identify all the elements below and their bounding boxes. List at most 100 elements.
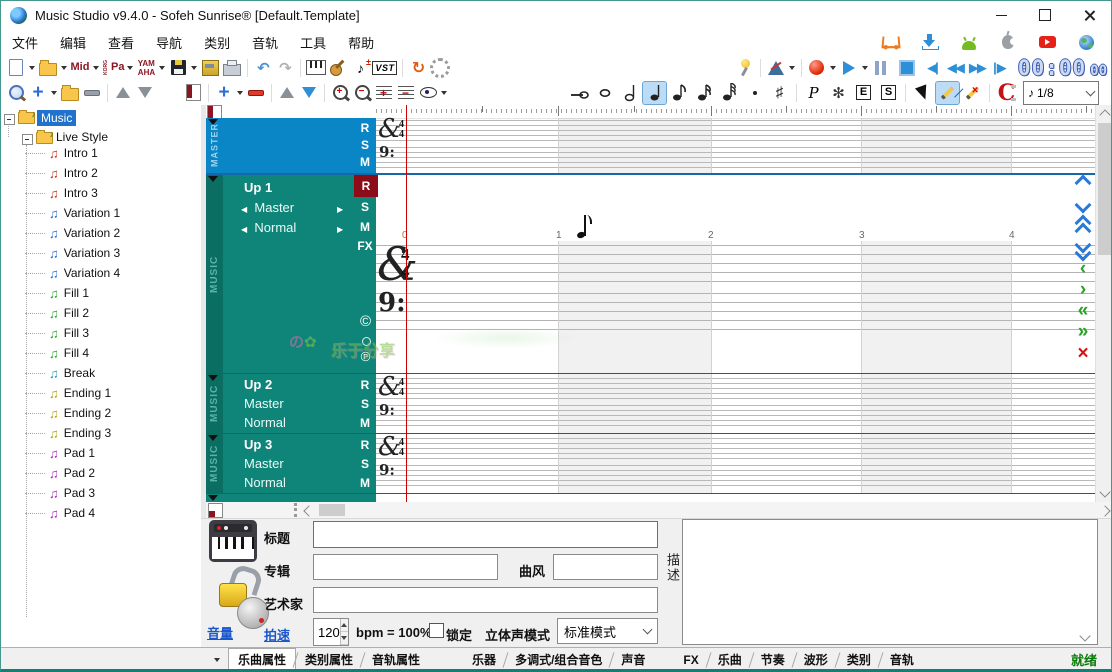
up1-record-button-active[interactable]: R	[354, 175, 378, 197]
play-dropdown[interactable]	[862, 66, 868, 70]
collapse-track-icon[interactable]	[208, 435, 218, 441]
volume-link[interactable]: 音量	[207, 623, 233, 642]
tab-fx[interactable]: FX	[674, 651, 707, 669]
master-bass-staff[interactable]	[376, 147, 1095, 168]
tab-category[interactable]: 类别	[838, 649, 880, 670]
prev-arrow-icon[interactable]: ◀	[241, 225, 247, 234]
maximize-button[interactable]	[1023, 1, 1067, 29]
menu-navigate[interactable]: 导航	[145, 33, 193, 52]
tree-item[interactable]: Pad 2	[49, 464, 95, 482]
menu-help[interactable]: 帮助	[337, 33, 385, 52]
search-button[interactable]	[6, 82, 26, 104]
up1-mode-next[interactable]: ▶	[337, 220, 343, 235]
play-button[interactable]	[839, 57, 859, 79]
album-input[interactable]	[313, 554, 498, 580]
korg-dropdown[interactable]	[127, 66, 133, 70]
up3-track-header[interactable]	[206, 434, 376, 493]
tree-item[interactable]: Intro 3	[49, 184, 98, 202]
tree-item[interactable]: Variation 1	[49, 204, 120, 222]
nav-first-button[interactable]: «	[1072, 304, 1094, 318]
tab-track-properties[interactable]: 音轨属性	[363, 649, 429, 670]
up2-mode[interactable]: Normal	[244, 415, 286, 430]
tree-item[interactable]: Variation 4	[49, 264, 120, 282]
import-korg-button[interactable]: KORGPa	[102, 57, 124, 79]
up3-solo-button[interactable]: S	[354, 457, 376, 471]
up2-record-button[interactable]: R	[354, 378, 376, 392]
up4-track-header-partial[interactable]	[206, 494, 376, 502]
download-button[interactable]	[921, 33, 939, 51]
expand-staff-button[interactable]: +	[374, 82, 394, 104]
midi-dropdown[interactable]	[93, 66, 99, 70]
tree-item[interactable]: Ending 1	[49, 384, 111, 402]
zoom-in-button[interactable]: +	[330, 82, 350, 104]
sharp-button[interactable]: ♯	[768, 82, 791, 104]
export-button[interactable]	[200, 57, 220, 79]
lock-checkbox[interactable]	[429, 623, 444, 638]
splitter-handle[interactable]	[294, 503, 297, 517]
transpose-button[interactable]: ♪±	[350, 57, 370, 79]
up1-solo-button[interactable]: S	[354, 200, 376, 214]
playhead-cursor[interactable]	[406, 105, 407, 502]
prev-arrow-icon[interactable]: ◀	[241, 205, 247, 214]
up2-track-header[interactable]	[206, 374, 376, 433]
nav-last-button[interactable]: »	[1072, 325, 1094, 339]
double-whole-note-button[interactable]	[568, 82, 591, 104]
tempo-spinner[interactable]: 120	[313, 618, 349, 646]
menu-category[interactable]: 类别	[193, 33, 241, 52]
close-view-button[interactable]: ×	[1072, 346, 1094, 362]
remove-track-button[interactable]	[246, 82, 266, 104]
refresh-button[interactable]: ↻	[408, 57, 428, 79]
up3-mode[interactable]: Normal	[244, 475, 286, 490]
tempo-link[interactable]: 拍速	[264, 625, 290, 644]
collapse-track-icon[interactable]	[208, 176, 218, 182]
collapse-staff-button[interactable]: −	[396, 82, 416, 104]
up2-track-name[interactable]: Up 2	[244, 377, 272, 392]
master-track-header[interactable]	[206, 118, 376, 173]
nav-down-button[interactable]	[1072, 199, 1094, 211]
tempo-up-arrow[interactable]	[341, 619, 348, 632]
menu-view[interactable]: 查看	[97, 33, 145, 52]
select-tool-button[interactable]	[911, 82, 934, 104]
store-cart-button[interactable]	[882, 33, 900, 51]
up2-treble-staff[interactable]	[376, 378, 1095, 399]
menu-tools[interactable]: 工具	[289, 33, 337, 52]
up2-mute-button[interactable]: M	[354, 416, 376, 430]
add-category-button[interactable]: +	[28, 82, 48, 104]
up1-fx-button[interactable]: FX	[354, 239, 376, 253]
new-file-button[interactable]	[6, 57, 26, 79]
save-button[interactable]	[168, 57, 188, 79]
tab-multimode[interactable]: 多调式/组合音色	[506, 649, 611, 670]
tab-sound[interactable]: 声音	[612, 649, 654, 670]
tree-root-music[interactable]: Music	[37, 110, 76, 126]
fast-forward-button[interactable]: ▶▶	[967, 57, 987, 79]
sustain-button[interactable]: S	[877, 82, 900, 104]
copyright-badge[interactable]: ©	[357, 313, 374, 330]
android-button[interactable]	[960, 33, 978, 51]
pedal-button[interactable]: P	[802, 82, 825, 104]
step-forward-button[interactable]: |▶	[989, 57, 1009, 79]
tab-waveform[interactable]: 波形	[795, 649, 837, 670]
up2-bass-staff[interactable]	[376, 405, 1095, 426]
expander-live-style[interactable]	[22, 134, 33, 145]
tree-item[interactable]: Pad 1	[49, 444, 95, 462]
tree-item[interactable]: Break	[49, 364, 95, 382]
nav-top-button[interactable]	[1072, 217, 1094, 237]
menu-track[interactable]: 音轨	[241, 33, 289, 52]
scroll-right-arrow[interactable]	[1099, 505, 1110, 516]
tab-track[interactable]: 音轨	[881, 649, 923, 670]
step-back-button[interactable]: ◀|	[923, 57, 943, 79]
snap-toggle-button[interactable]: C	[995, 82, 1018, 104]
toggle-bottom-panel-icon[interactable]	[208, 503, 223, 518]
tree-item[interactable]: Pad 3	[49, 484, 95, 502]
up2-bus[interactable]: Master	[244, 396, 284, 411]
sixteenth-note-button[interactable]	[693, 82, 716, 104]
dot-button[interactable]	[743, 82, 766, 104]
note[interactable]	[576, 231, 585, 239]
stop-button[interactable]	[897, 57, 917, 79]
tab-song-properties[interactable]: 乐曲属性	[229, 649, 295, 670]
nav-right-button[interactable]: ›	[1072, 283, 1094, 297]
tab-list-dropdown[interactable]	[206, 651, 229, 668]
up3-bass-staff[interactable]	[376, 465, 1095, 486]
master-record-button[interactable]: R	[354, 121, 376, 135]
add-folder-button[interactable]	[60, 82, 80, 104]
